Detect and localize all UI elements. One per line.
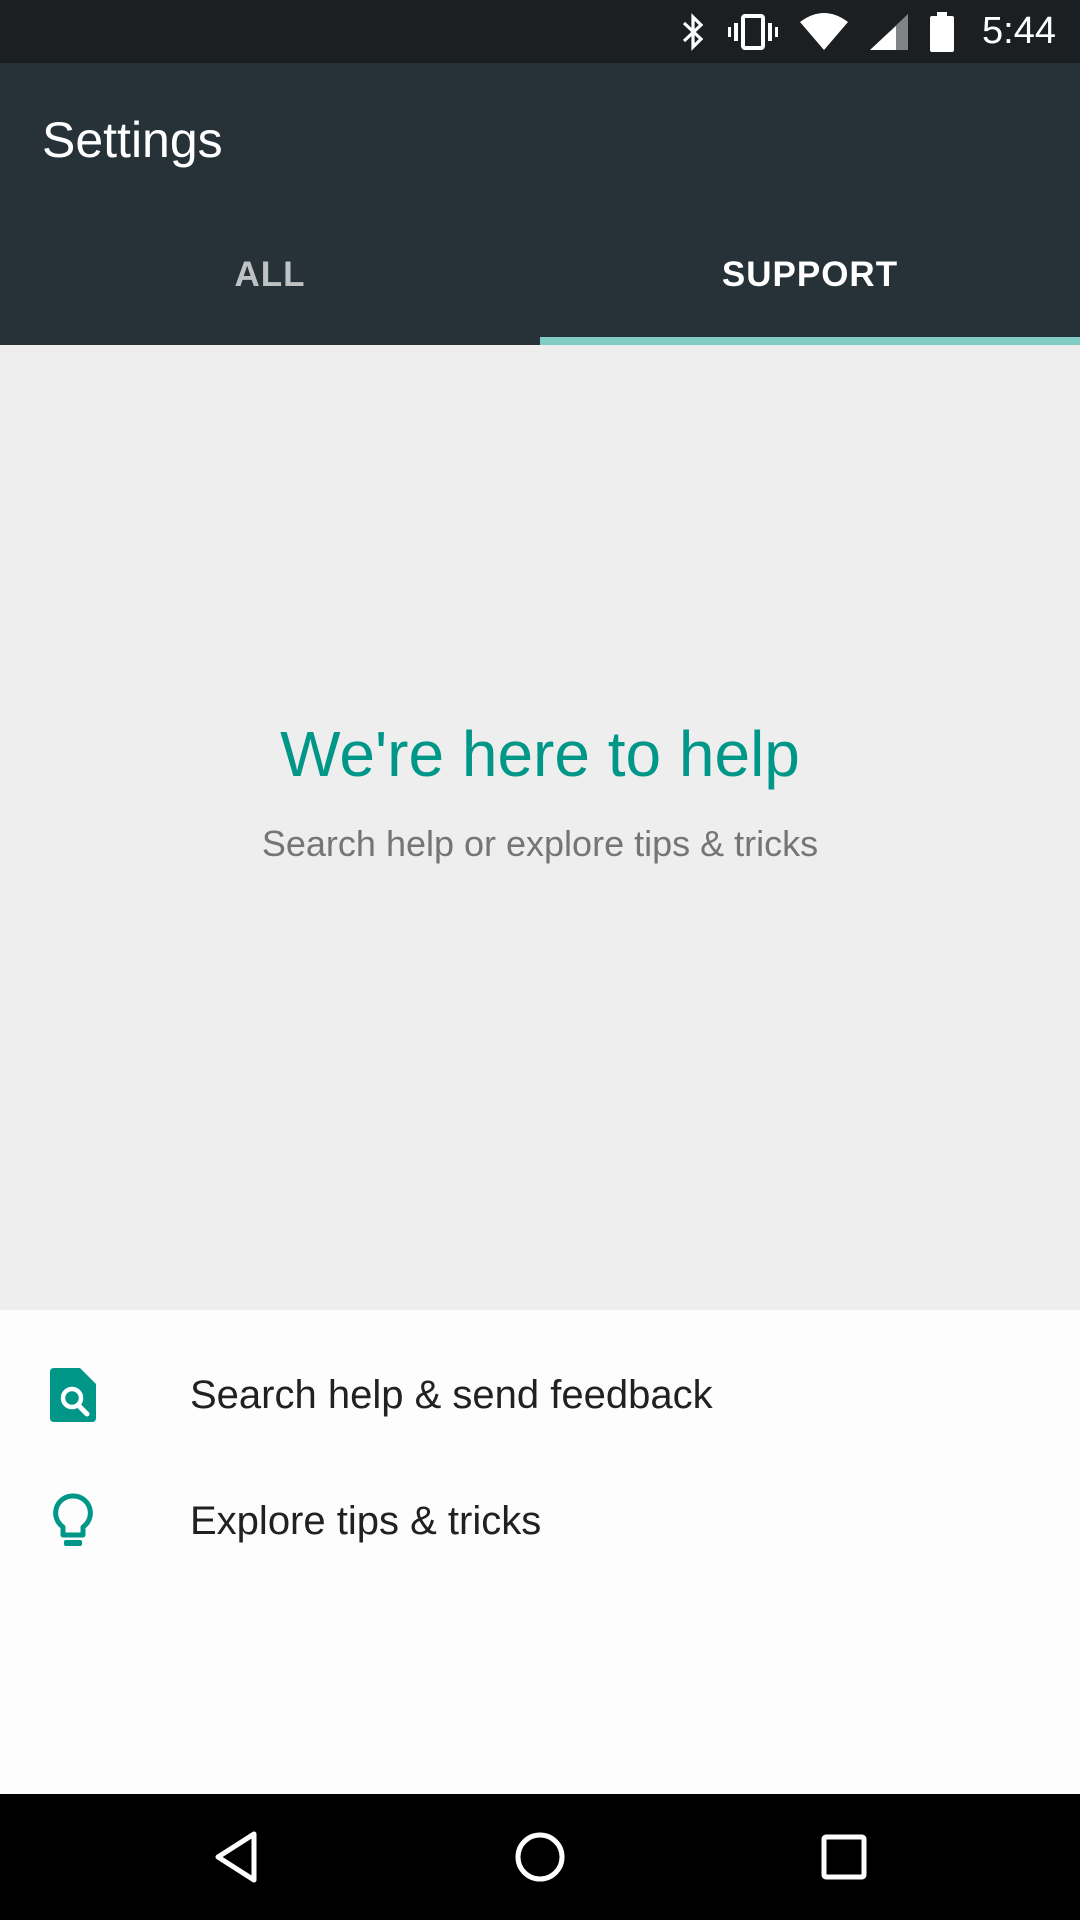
search-help-label: Search help & send feedback (190, 1372, 713, 1417)
home-button[interactable] (510, 1827, 570, 1887)
hero-title: We're here to help (280, 718, 800, 790)
support-actions-list: Search help & send feedback Explore tips… (0, 1310, 1080, 1794)
recents-icon (821, 1834, 867, 1880)
back-button[interactable] (206, 1827, 266, 1887)
explore-tips-item[interactable]: Explore tips & tricks (0, 1458, 1080, 1584)
explore-tips-label: Explore tips & tricks (190, 1498, 542, 1543)
status-bar: 5:44 (0, 0, 1080, 63)
wifi-icon (800, 12, 849, 50)
home-icon (515, 1832, 565, 1882)
signal-icon (870, 13, 909, 50)
clock: 5:44 (982, 10, 1056, 52)
tab-bar: ALL SUPPORT (0, 219, 1080, 345)
support-hero: We're here to help Search help or explor… (0, 345, 1080, 1310)
battery-icon (930, 11, 955, 52)
vibrate-icon (728, 13, 779, 50)
back-icon (215, 1831, 257, 1883)
tab-all[interactable]: ALL (0, 219, 540, 345)
recents-button[interactable] (814, 1827, 874, 1887)
bluetooth-icon (682, 12, 704, 51)
hero-subtitle: Search help or explore tips & tricks (261, 823, 819, 864)
page-title: Settings (42, 112, 223, 168)
lightbulb-icon (48, 1493, 98, 1549)
tab-support[interactable]: SUPPORT (540, 219, 1080, 345)
search-help-item[interactable]: Search help & send feedback (0, 1332, 1080, 1458)
app-bar: Settings ALL SUPPORT (0, 63, 1080, 345)
system-nav-bar (0, 1794, 1080, 1920)
search-help-icon (48, 1367, 98, 1423)
